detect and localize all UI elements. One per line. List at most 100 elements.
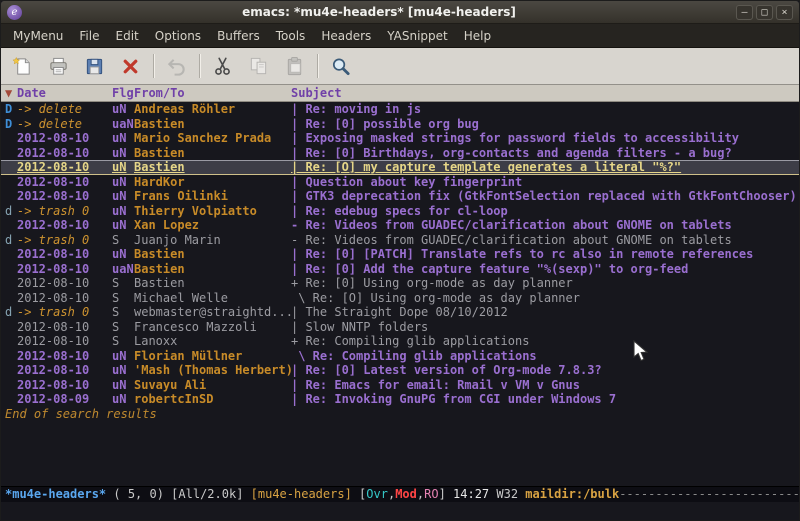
mark-cell: d [1, 233, 17, 248]
from-cell: Juanjo Marin [134, 233, 291, 248]
window-title: emacs: *mu4e-headers* [mu4e-headers] [28, 5, 730, 19]
menu-buffers[interactable]: Buffers [209, 26, 268, 46]
menu-yasnippet[interactable]: YASnippet [379, 26, 456, 46]
message-row[interactable]: 2012-08-10uaNBastien| Re: [0] Add the ca… [1, 262, 799, 277]
sort-direction-icon[interactable]: ▼ [1, 85, 17, 101]
menu-help[interactable]: Help [456, 26, 499, 46]
message-row[interactable]: 2012-08-10uNFrans Oilinki| GTK3 deprecat… [1, 189, 799, 204]
toolbar-separator [153, 54, 155, 78]
message-row[interactable]: 2012-08-10uNMario Sanchez Prada| Exposin… [1, 131, 799, 146]
message-row[interactable]: 2012-08-10uNBastien| Re: [0] [PATCH] Tra… [1, 247, 799, 262]
flags-cell: S [112, 305, 134, 320]
message-row[interactable]: 2012-08-10uNHardKor| Question about key … [1, 175, 799, 190]
mark-cell [1, 349, 17, 364]
message-row[interactable]: 2012-08-10SMichael Welle \ Re: [O] Using… [1, 291, 799, 306]
menu-headers[interactable]: Headers [313, 26, 379, 46]
toolbar [1, 48, 799, 85]
modeline-segment: ----------------------------------------… [619, 487, 799, 501]
minimize-button[interactable]: – [736, 5, 753, 20]
maximize-button[interactable]: □ [756, 5, 773, 20]
flags-cell: S [112, 233, 134, 248]
menu-mymenu[interactable]: MyMenu [5, 26, 71, 46]
message-row[interactable]: 2012-08-10uN'Mash (Thomas Herbert)| Re: … [1, 363, 799, 378]
subject-cell: | GTK3 deprecation fix (GtkFontSelection… [291, 189, 799, 204]
message-row[interactable]: d-> trash 0uNThierry Volpiatto| Re: edeb… [1, 204, 799, 219]
message-row[interactable]: 2012-08-10uNFlorian Müllner \ Re: Compil… [1, 349, 799, 364]
message-row[interactable]: 2012-08-09uNrobertcInSD| Re: Invoking Gn… [1, 392, 799, 407]
save-icon[interactable] [79, 52, 109, 80]
message-list: D-> deleteuNAndreas Röhler| Re: moving i… [1, 102, 799, 407]
paste-icon [279, 52, 309, 80]
buffer-empty-space [1, 421, 799, 486]
message-row[interactable]: D-> deleteuNAndreas Röhler| Re: moving i… [1, 102, 799, 117]
column-header-subject[interactable]: Subject [291, 85, 799, 101]
message-row[interactable]: d-> trash 0Swebmaster@straightd...| The … [1, 305, 799, 320]
from-cell: Bastien [134, 146, 291, 161]
subject-cell: + Re: Compiling glib applications [291, 334, 799, 349]
subject-cell: | The Straight Dope 08/10/2012 [291, 305, 799, 320]
flags-cell: uaN [112, 262, 134, 277]
from-cell: Mario Sanchez Prada [134, 131, 291, 146]
date-cell: 2012-08-10 [17, 175, 112, 190]
menu-tools[interactable]: Tools [268, 26, 314, 46]
message-row[interactable]: 2012-08-10SFrancesco Mazzoli| Slow NNTP … [1, 320, 799, 335]
message-row-current[interactable]: 2012-08-10uNBastien| Re: [O] my capture … [1, 160, 799, 175]
date-cell: -> trash 0 [17, 233, 112, 248]
mark-cell [1, 189, 17, 204]
message-row[interactable]: D-> deleteuaNBastien| Re: [0] possible o… [1, 117, 799, 132]
subject-cell: | Re: Emacs for email: Rmail v VM v Gnus [291, 378, 799, 393]
modeline-segment: [mu4e-headers] [251, 487, 359, 501]
flags-cell: uN [112, 131, 134, 146]
echo-area[interactable] [1, 502, 799, 520]
subject-cell: | Re: [0] Add the capture feature "%(sex… [291, 262, 799, 277]
date-cell: 2012-08-10 [17, 363, 112, 378]
date-cell: 2012-08-10 [17, 320, 112, 335]
message-row[interactable]: 2012-08-10SBastien+ Re: [0] Using org-mo… [1, 276, 799, 291]
mark-cell [1, 175, 17, 190]
menu-edit[interactable]: Edit [108, 26, 147, 46]
mark-cell [1, 160, 17, 175]
search-icon[interactable] [325, 52, 355, 80]
end-of-results-text: End of search results [1, 407, 799, 422]
subject-cell: | Re: [O] my capture template generates … [291, 160, 799, 175]
print-icon[interactable] [43, 52, 73, 80]
mark-cell [1, 334, 17, 349]
mark-cell: D [1, 102, 17, 117]
from-cell: Frans Oilinki [134, 189, 291, 204]
from-cell: Andreas Röhler [134, 102, 291, 117]
subject-cell: - Re: Videos from GUADEC/clarification a… [291, 218, 799, 233]
menu-options[interactable]: Options [147, 26, 209, 46]
message-row[interactable]: 2012-08-10SLanoxx+ Re: Compiling glib ap… [1, 334, 799, 349]
date-cell: 2012-08-10 [17, 349, 112, 364]
date-cell: -> delete [17, 102, 112, 117]
from-cell: 'Mash (Thomas Herbert) [134, 363, 291, 378]
message-row[interactable]: 2012-08-10uNBastien| Re: [0] Birthdays, … [1, 146, 799, 161]
message-row[interactable]: 2012-08-10uNXan Lopez- Re: Videos from G… [1, 218, 799, 233]
flags-cell: S [112, 320, 134, 335]
column-header-date[interactable]: Date [17, 85, 112, 101]
flags-cell: uN [112, 189, 134, 204]
cut-icon[interactable] [207, 52, 237, 80]
column-header-flags[interactable]: Flgs [112, 85, 134, 101]
flags-cell: S [112, 334, 134, 349]
message-row[interactable]: d-> trash 0SJuanjo Marin- Re: Videos fro… [1, 233, 799, 248]
mark-cell [1, 276, 17, 291]
modeline-segment: Ovr [366, 487, 388, 501]
new-file-icon[interactable] [7, 52, 37, 80]
date-cell: 2012-08-10 [17, 218, 112, 233]
from-cell: webmaster@straightd... [134, 305, 291, 320]
subject-cell: | Exposing masked strings for password f… [291, 131, 799, 146]
flags-cell: uaN [112, 117, 134, 132]
menu-file[interactable]: File [71, 26, 107, 46]
close-button[interactable]: × [776, 5, 793, 20]
modeline-segment: ] [439, 487, 453, 501]
flags-cell: uN [112, 363, 134, 378]
column-header-from[interactable]: From/To [134, 85, 291, 101]
close-buffer-icon[interactable] [115, 52, 145, 80]
mark-cell [1, 218, 17, 233]
subject-cell: | Re: Invoking GnuPG from CGI under Wind… [291, 392, 799, 407]
message-row[interactable]: 2012-08-10uNSuvayu Ali| Re: Emacs for em… [1, 378, 799, 393]
mode-line: *mu4e-headers* ( 5, 0) [All/2.0k] [mu4e-… [1, 486, 799, 502]
modeline-segment: 14:27 [453, 487, 496, 501]
date-cell: -> delete [17, 117, 112, 132]
